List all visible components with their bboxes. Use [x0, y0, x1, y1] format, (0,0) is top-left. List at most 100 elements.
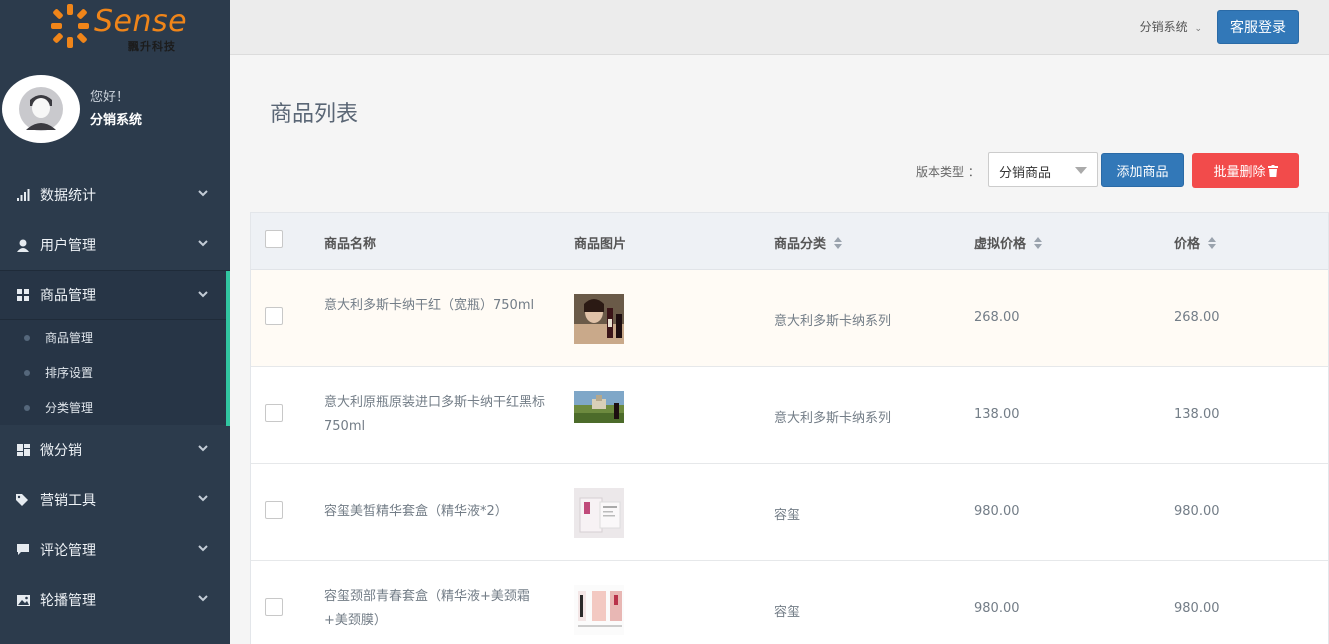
submenu-item-label: 商品管理 — [45, 331, 94, 345]
product-thumbnail[interactable] — [574, 391, 624, 423]
submenu-item-category-manage[interactable]: 分类管理 — [0, 390, 230, 425]
bar-chart-icon — [16, 188, 30, 202]
trash-icon — [1267, 164, 1278, 177]
sidebar-item-micro-distribution[interactable]: 微分销 — [0, 425, 230, 475]
chevron-down-icon — [198, 445, 208, 452]
logo-text: Sense — [94, 4, 188, 39]
chevron-down-icon — [198, 240, 208, 247]
chevron-down-icon: ⌄ — [1194, 24, 1202, 34]
submenu-item-sort-settings[interactable]: 排序设置 — [0, 355, 230, 390]
sidebar-item-comments[interactable]: 评论管理 — [0, 525, 230, 575]
product-category: 意大利多斯卡纳系列 — [774, 411, 892, 426]
version-type-label: 版本类型 ： — [916, 165, 980, 179]
select-value: 分销商品 — [999, 166, 1052, 181]
user-profile: 您好！ 分销系统 — [0, 70, 230, 150]
product-name: 容玺美皙精华套盒（精华液*2） — [324, 504, 508, 519]
row-checkbox[interactable] — [265, 598, 283, 616]
bullet-icon — [24, 405, 30, 411]
virtual-price: 980.00 — [974, 601, 1020, 616]
avatar[interactable] — [2, 75, 80, 143]
virtual-price: 138.00 — [974, 407, 1020, 422]
select-all-checkbox[interactable] — [265, 230, 283, 248]
main-content: 商品列表 版本类型 ： 分销商品 添加商品 批量删除 商品名称 商品图片 商品分… — [230, 56, 1329, 644]
product-thumbnail[interactable] — [574, 488, 624, 538]
column-header-label: 商品图片 — [574, 237, 627, 252]
column-header-image: 商品图片 — [574, 233, 626, 252]
bullet-icon — [24, 370, 30, 376]
version-type-select[interactable]: 分销商品 — [988, 152, 1098, 187]
sidebar: Sense 飄升科技 您好！ 分销系统 数据统计 用户管理 商品管理 商品管理 … — [0, 0, 230, 644]
product-category: 容玺 — [774, 605, 801, 620]
user-name: 分销系统 — [90, 113, 143, 128]
table-header: 商品名称 商品图片 商品分类 虚拟价格 价格 — [251, 213, 1328, 270]
column-header-virtual-price[interactable]: 虚拟价格 — [974, 233, 1043, 252]
column-header-category[interactable]: 商品分类 — [774, 233, 843, 252]
price: 980.00 — [1174, 601, 1220, 616]
sort-icon — [834, 236, 843, 249]
price: 980.00 — [1174, 504, 1220, 519]
submenu-item-label: 分类管理 — [45, 401, 94, 415]
table-row[interactable]: 意大利多斯卡纳干红（宽瓶）750ml 意大利多斯卡纳系列 268.00 268.… — [251, 270, 1328, 367]
logo-subtitle: 飄升科技 — [128, 40, 176, 53]
sidebar-item-label: 数据统计 — [40, 188, 96, 204]
user-icon — [16, 238, 30, 252]
tiles-icon — [16, 443, 30, 457]
add-product-button[interactable]: 添加商品 — [1101, 153, 1184, 187]
picture-icon — [16, 593, 30, 607]
column-header-name: 商品名称 — [324, 233, 376, 252]
sidebar-item-label: 评论管理 — [40, 543, 96, 559]
system-switch-dropdown[interactable]: 分销系统 ⌄ — [1140, 18, 1202, 35]
submenu-item-label: 排序设置 — [45, 366, 94, 380]
product-category: 意大利多斯卡纳系列 — [774, 314, 892, 329]
product-thumbnail[interactable] — [574, 294, 624, 344]
greeting: 您好！ — [90, 90, 130, 105]
chevron-down-icon — [198, 595, 208, 602]
sidebar-item-label: 轮播管理 — [40, 593, 96, 609]
product-name: 容玺颈部青春套盒（精华液+美颈霜+美颈膜） — [324, 589, 530, 628]
grid-icon — [16, 288, 30, 302]
product-name: 意大利多斯卡纳干红（宽瓶）750ml — [324, 298, 535, 313]
row-checkbox[interactable] — [265, 501, 283, 519]
column-header-price[interactable]: 价格 — [1174, 233, 1217, 252]
customer-service-login-button[interactable]: 客服登录 — [1217, 10, 1299, 44]
logo[interactable]: Sense 飄升科技 — [0, 0, 230, 58]
table-row[interactable]: 容玺美皙精华套盒（精华液*2） 容玺 980.00 980.00 — [251, 464, 1328, 561]
sidebar-item-label: 用户管理 — [40, 238, 96, 254]
sidebar-item-label: 微分销 — [40, 443, 82, 459]
caret-down-icon — [1075, 167, 1087, 174]
batch-delete-label: 批量删除 — [1213, 165, 1266, 180]
sidebar-item-users[interactable]: 用户管理 — [0, 220, 230, 270]
product-thumbnail[interactable] — [574, 585, 624, 635]
chevron-down-icon — [198, 291, 208, 298]
column-header-label: 商品分类 — [774, 237, 827, 252]
sidebar-item-label: 营销工具 — [40, 493, 96, 509]
sidebar-item-label: 商品管理 — [40, 288, 96, 304]
product-table: 商品名称 商品图片 商品分类 虚拟价格 价格 意大利多斯卡纳干红（宽瓶）750m… — [250, 212, 1329, 644]
chevron-down-icon — [198, 495, 208, 502]
products-submenu: 商品管理 排序设置 分类管理 — [0, 320, 230, 425]
user-avatar-icon — [19, 87, 63, 131]
top-bar: 分销系统 ⌄ 客服登录 — [230, 0, 1329, 55]
table-row[interactable]: 意大利原瓶原装进口多斯卡纳干红黑标750ml 意大利多斯卡纳系列 138.00 … — [251, 367, 1328, 464]
sidebar-item-marketing-tools[interactable]: 营销工具 — [0, 475, 230, 525]
page-title: 商品列表 — [270, 102, 359, 127]
sun-logo-icon — [51, 4, 89, 48]
chevron-down-icon — [198, 545, 208, 552]
chevron-down-icon — [198, 190, 208, 197]
sidebar-item-carousel[interactable]: 轮播管理 — [0, 575, 230, 625]
column-header-label: 价格 — [1174, 237, 1201, 252]
tag-icon — [16, 493, 30, 507]
row-checkbox[interactable] — [265, 307, 283, 325]
virtual-price: 980.00 — [974, 504, 1020, 519]
row-checkbox[interactable] — [265, 404, 283, 422]
sort-icon — [1208, 236, 1217, 249]
batch-delete-button[interactable]: 批量删除 — [1192, 153, 1299, 188]
table-row[interactable]: 容玺颈部青春套盒（精华液+美颈霜+美颈膜） 容玺 980.00 980.00 — [251, 561, 1328, 644]
product-name: 意大利原瓶原装进口多斯卡纳干红黑标750ml — [324, 395, 546, 434]
bullet-icon — [24, 335, 30, 341]
product-category: 容玺 — [774, 508, 801, 523]
column-header-label: 商品名称 — [324, 237, 377, 252]
sidebar-item-statistics[interactable]: 数据统计 — [0, 170, 230, 220]
sidebar-item-products[interactable]: 商品管理 — [0, 270, 230, 426]
submenu-item-product-manage[interactable]: 商品管理 — [0, 320, 230, 355]
